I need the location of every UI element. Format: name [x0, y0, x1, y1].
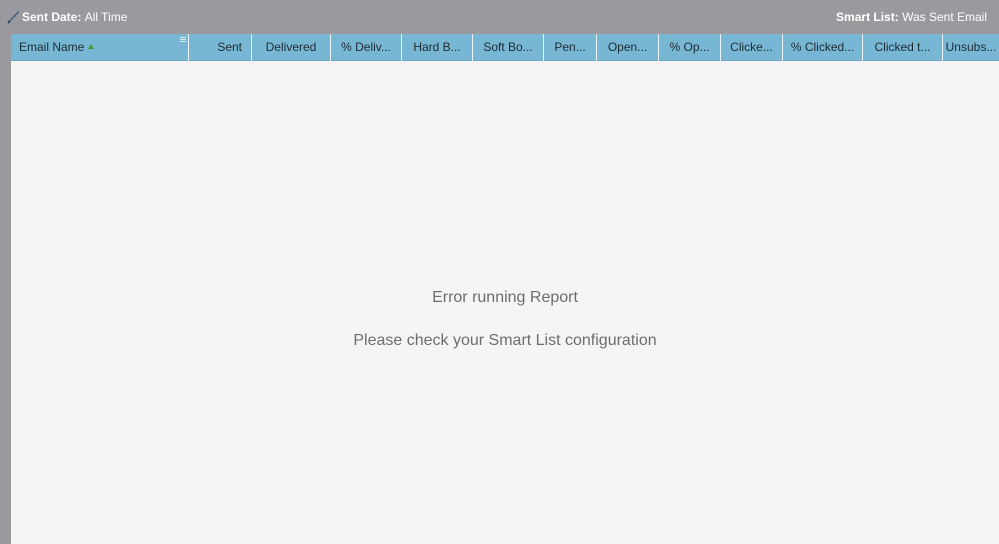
column-header-label: Hard B... [413, 40, 461, 54]
report-filter-bar: Sent Date: All Time Smart List: Was Sent… [0, 0, 999, 33]
column-header-label: Pen... [554, 40, 586, 54]
column-header-label: Unsubs... [945, 40, 997, 54]
column-header-label: Email Name [19, 40, 85, 54]
error-message-detail: Please check your Smart List configurati… [353, 332, 657, 349]
sent-date-filter[interactable]: Sent Date: All Time [7, 10, 127, 24]
column-header-pct-delivered[interactable]: % Deliv... [331, 34, 402, 61]
report-grid: Email Name Sent Delivered % Deliv... Har… [11, 34, 999, 544]
column-menu-icon[interactable] [180, 37, 186, 43]
wrench-icon [7, 10, 20, 24]
column-header-soft-bounced[interactable]: Soft Bo... [473, 34, 544, 61]
column-header-pending[interactable]: Pen... [544, 34, 597, 61]
smart-list-value: Was Sent Email [902, 10, 987, 24]
smart-list-label: Smart List: [836, 10, 899, 24]
smart-list-filter[interactable]: Smart List: Was Sent Email [836, 10, 987, 24]
column-header-label: % Op... [669, 40, 710, 54]
sort-asc-icon [88, 44, 95, 50]
column-header-label: % Deliv... [341, 40, 391, 54]
column-header-label: Soft Bo... [483, 40, 533, 54]
sent-date-value: All Time [84, 10, 128, 24]
column-header-pct-opened[interactable]: % Op... [659, 34, 721, 61]
column-header-sent[interactable]: Sent [189, 34, 252, 61]
column-header-opened[interactable]: Open... [597, 34, 659, 61]
column-header-label: Clicke... [730, 40, 773, 54]
column-header-hard-bounced[interactable]: Hard B... [402, 34, 473, 61]
column-header-email-name[interactable]: Email Name [11, 34, 189, 61]
column-header-label: Delivered [265, 40, 317, 54]
error-message-title: Error running Report [432, 289, 578, 306]
column-header-label: % Clicked... [790, 40, 855, 54]
column-header-delivered[interactable]: Delivered [252, 34, 331, 61]
column-header-clicked[interactable]: Clicke... [721, 34, 783, 61]
column-header-label: Open... [607, 40, 648, 54]
column-header-unsubscribed[interactable]: Unsubs... [943, 34, 999, 61]
column-header-clicked-to-open[interactable]: Clicked t... [863, 34, 943, 61]
column-header-label: Clicked t... [874, 40, 931, 54]
column-header-label: Sent [217, 40, 242, 54]
grid-header-row: Email Name Sent Delivered % Deliv... Har… [11, 34, 999, 61]
column-header-pct-clicked[interactable]: % Clicked... [783, 34, 863, 61]
sent-date-label: Sent Date: [22, 10, 82, 24]
